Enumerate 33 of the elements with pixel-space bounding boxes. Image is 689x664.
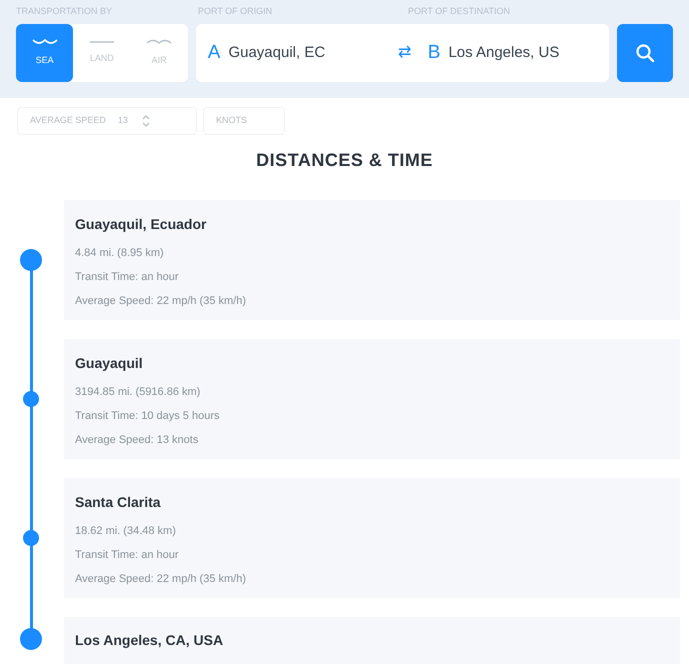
stop-detail: Transit Time: an hour	[75, 548, 180, 563]
flight-path-icon	[146, 38, 172, 46]
stop-name: Guayaquil, Ecuador	[75, 215, 208, 234]
road-icon	[88, 40, 115, 44]
stop-detail: Average Speed: 22 mp/h (35 km/h)	[75, 294, 248, 309]
search-button[interactable]	[616, 24, 673, 82]
origin-input[interactable]: Guayaquil, EC	[228, 42, 326, 64]
speed-label: AVERAGE SPEED	[30, 114, 106, 128]
speed-field[interactable]: AVERAGE SPEED 13	[17, 107, 197, 135]
stop-detail: 3194.85 mi. (5916.86 km)	[75, 385, 202, 400]
destination-letter: B	[428, 40, 440, 65]
destination-input[interactable]: Los Angeles, US	[448, 42, 560, 64]
unit-value: KNOTS	[216, 114, 248, 128]
stop-detail: Average Speed: 22 mp/h (35 km/h)	[75, 572, 248, 587]
section-title: DISTANCES & TIME	[256, 149, 433, 172]
search-icon	[634, 43, 655, 63]
transport-tab[interactable]: AIR	[130, 24, 188, 82]
wave-icon	[32, 38, 58, 46]
unit-field[interactable]: KNOTS	[203, 107, 285, 135]
transport-tab[interactable]: LAND	[73, 24, 130, 82]
stepper-icon[interactable]	[142, 114, 150, 128]
stop-detail: Transit Time: an hour	[75, 270, 180, 285]
stop-detail: Average Speed: 13 knots	[75, 433, 200, 448]
stop-detail: Transit Time: 10 days 5 hours	[75, 409, 220, 424]
swap-button[interactable]: ⇄	[398, 41, 428, 65]
stop-name: Los Angeles, CA, USA	[75, 631, 224, 650]
speed-value: 13	[118, 114, 128, 128]
stop-detail: 18.62 mi. (34.48 km)	[75, 524, 177, 539]
stop-name: Santa Clarita	[75, 493, 162, 512]
stop-detail: 4.84 mi. (8.95 km)	[75, 246, 165, 261]
transport-tab[interactable]: SEA	[16, 24, 74, 82]
stop-name: Guayaquil	[75, 354, 144, 373]
origin-letter: A	[208, 40, 220, 65]
